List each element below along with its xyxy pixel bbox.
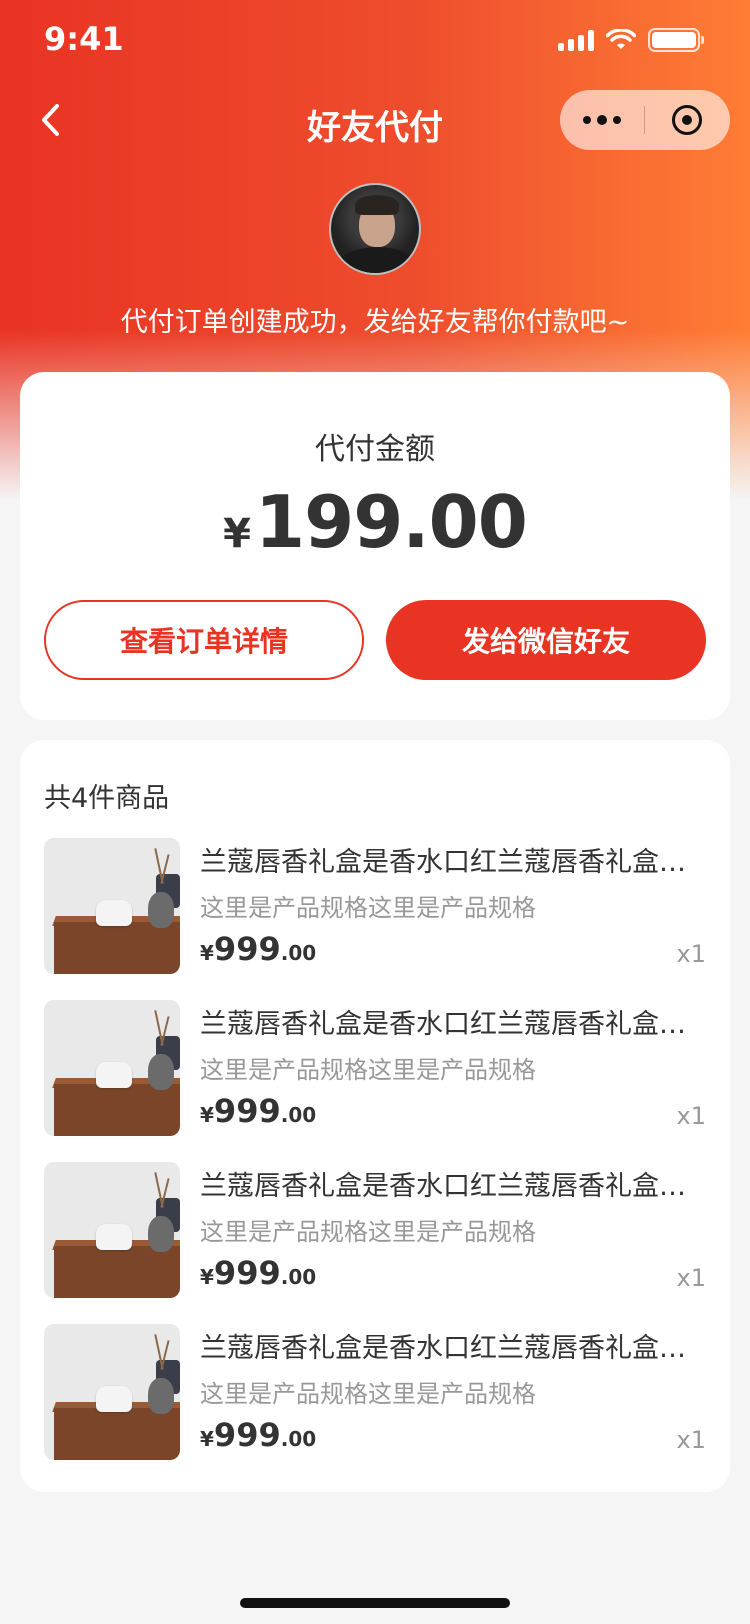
- goods-count: 共4件商品: [44, 783, 170, 814]
- product-spec: 这里是产品规格这里是产品规格: [200, 1380, 536, 1408]
- status-time: 9:41: [44, 20, 124, 58]
- amount-value: ¥199.00: [20, 480, 730, 564]
- status-icons: [558, 28, 704, 52]
- product-price: ¥999.00: [200, 1416, 317, 1454]
- product-image: [44, 1324, 180, 1460]
- product-title: 兰蔻唇香礼盒是香水口红兰蔻唇香礼盒是香水口红: [200, 847, 700, 878]
- mini-program-capsule: [560, 90, 730, 150]
- product-quantity: x1: [676, 940, 706, 968]
- amount-number: 199.00: [255, 480, 528, 564]
- close-mini-program-button[interactable]: [645, 90, 729, 150]
- product-price: ¥999.00: [200, 1092, 317, 1130]
- more-dots-icon: [583, 116, 591, 124]
- wifi-icon: [606, 29, 636, 49]
- product-title: 兰蔻唇香礼盒是香水口红兰蔻唇香礼盒是香水口红: [200, 1171, 700, 1202]
- battery-icon: [648, 28, 704, 52]
- send-to-wechat-friend-button[interactable]: 发给微信好友: [386, 600, 706, 680]
- status-bar: 9:41: [0, 0, 750, 80]
- avatar: [329, 183, 421, 275]
- product-quantity: x1: [676, 1426, 706, 1454]
- product-spec: 这里是产品规格这里是产品规格: [200, 1218, 536, 1246]
- product-image: [44, 1162, 180, 1298]
- target-close-icon: [672, 105, 702, 135]
- list-item[interactable]: 兰蔻唇香礼盒是香水口红兰蔻唇香礼盒是香水口红 这里是产品规格这里是产品规格 ¥9…: [44, 1162, 706, 1324]
- currency-symbol: ¥: [223, 511, 251, 557]
- product-price: ¥999.00: [200, 930, 317, 968]
- product-spec: 这里是产品规格这里是产品规格: [200, 894, 536, 922]
- product-price: ¥999.00: [200, 1254, 317, 1292]
- goods-card: 共4件商品 兰蔻唇香礼盒是香水口红兰蔻唇香礼盒是香水口红 这里是产品规格这里是产…: [20, 740, 730, 1492]
- list-item[interactable]: 兰蔻唇香礼盒是香水口红兰蔻唇香礼盒是香水口红 这里是产品规格这里是产品规格 ¥9…: [44, 1324, 706, 1486]
- product-title: 兰蔻唇香礼盒是香水口红兰蔻唇香礼盒是香水口红: [200, 1009, 700, 1040]
- goods-list: 兰蔻唇香礼盒是香水口红兰蔻唇香礼盒是香水口红 这里是产品规格这里是产品规格 ¥9…: [44, 838, 706, 1486]
- product-quantity: x1: [676, 1264, 706, 1292]
- view-order-button[interactable]: 查看订单详情: [44, 600, 364, 680]
- amount-label: 代付金额: [315, 432, 435, 467]
- home-indicator: [240, 1598, 510, 1608]
- list-item[interactable]: 兰蔻唇香礼盒是香水口红兰蔻唇香礼盒是香水口红 这里是产品规格这里是产品规格 ¥9…: [44, 1000, 706, 1162]
- hero-subtitle: 代付订单创建成功，发给好友帮你付款吧~: [120, 307, 630, 338]
- product-spec: 这里是产品规格这里是产品规格: [200, 1056, 536, 1084]
- product-image: [44, 1000, 180, 1136]
- nav-bar: 好友代付: [0, 88, 750, 152]
- amount-card: 代付金额 ¥199.00 查看订单详情 发给微信好友: [20, 372, 730, 720]
- product-image: [44, 838, 180, 974]
- list-item[interactable]: 兰蔻唇香礼盒是香水口红兰蔻唇香礼盒是香水口红 这里是产品规格这里是产品规格 ¥9…: [44, 838, 706, 1000]
- product-quantity: x1: [676, 1102, 706, 1130]
- signal-icon: [558, 29, 594, 51]
- product-title: 兰蔻唇香礼盒是香水口红兰蔻唇香礼盒是香水口红: [200, 1333, 700, 1364]
- more-button[interactable]: [560, 90, 644, 150]
